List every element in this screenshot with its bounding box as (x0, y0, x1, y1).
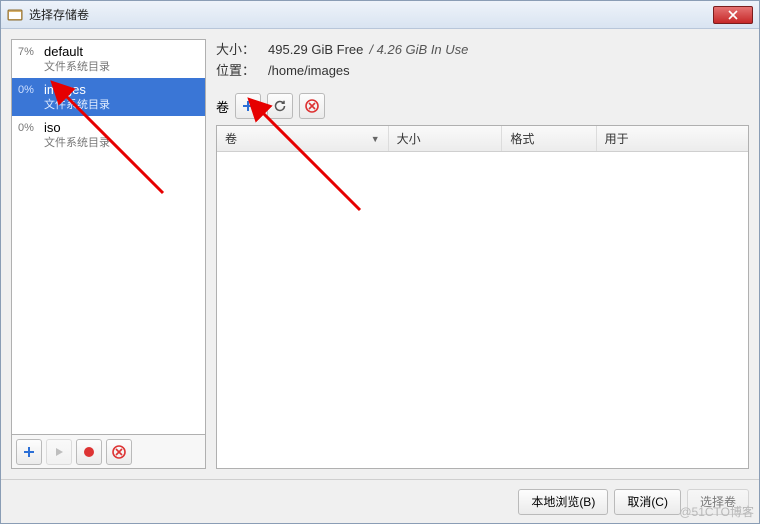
col-size[interactable]: 大小 (389, 126, 503, 151)
size-free: 495.29 GiB Free (268, 42, 363, 57)
size-used: 4.26 GiB In Use (377, 42, 469, 57)
window-close-button[interactable] (713, 6, 753, 24)
volume-table-body[interactable] (217, 152, 748, 468)
col-usedby[interactable]: 用于 (597, 126, 748, 151)
pool-usage-pct: 0% (18, 82, 44, 96)
pool-name: default (44, 44, 110, 60)
main-panel: 大小： 495.29 GiB Free / 4.26 GiB In Use 位置… (216, 39, 749, 469)
sort-indicator-icon: ▼ (371, 134, 380, 144)
titlebar: 选择存储卷 (1, 1, 759, 29)
pool-item-images[interactable]: 0% images 文件系统目录 (12, 78, 205, 116)
pool-stop-button[interactable] (76, 439, 102, 465)
pool-item-iso[interactable]: 0% iso 文件系统目录 (12, 116, 205, 154)
watermark: @51CTO博客 (679, 503, 754, 520)
volume-refresh-button[interactable] (267, 93, 293, 119)
pool-type: 文件系统目录 (44, 98, 110, 112)
volume-toolbar-label: 卷 (216, 97, 229, 116)
app-icon (7, 7, 23, 23)
pool-add-button[interactable] (16, 439, 42, 465)
location-value: /home/images (268, 63, 350, 78)
volume-add-button[interactable] (235, 93, 261, 119)
pool-name: iso (44, 120, 110, 136)
pool-delete-button[interactable] (106, 439, 132, 465)
pool-sidebar: 7% default 文件系统目录 0% images 文件系统目录 0% (11, 39, 206, 469)
pool-usage-pct: 7% (18, 44, 44, 58)
dialog-footer: 本地浏览(B) 取消(C) 选择卷 (1, 479, 759, 523)
pool-item-default[interactable]: 7% default 文件系统目录 (12, 40, 205, 78)
pool-start-button[interactable] (46, 439, 72, 465)
cancel-button[interactable]: 取消(C) (614, 489, 681, 515)
volume-delete-button[interactable] (299, 93, 325, 119)
pool-list[interactable]: 7% default 文件系统目录 0% images 文件系统目录 0% (11, 39, 206, 435)
storage-volume-dialog: 选择存储卷 7% default 文件系统目录 0% images (0, 0, 760, 524)
pool-toolbar (11, 435, 206, 469)
volume-table-header: 卷 ▼ 大小 格式 用于 (217, 126, 748, 152)
window-title: 选择存储卷 (29, 6, 713, 23)
dialog-body: 7% default 文件系统目录 0% images 文件系统目录 0% (1, 29, 759, 479)
location-label: 位置： (216, 60, 262, 79)
browse-local-button[interactable]: 本地浏览(B) (518, 489, 608, 515)
volume-table: 卷 ▼ 大小 格式 用于 (216, 125, 749, 469)
size-label: 大小： (216, 39, 262, 58)
pool-type: 文件系统目录 (44, 60, 110, 74)
col-volume[interactable]: 卷 ▼ (217, 126, 389, 151)
pool-type: 文件系统目录 (44, 136, 110, 150)
pool-usage-pct: 0% (18, 120, 44, 134)
pool-name: images (44, 82, 110, 98)
pool-info: 大小： 495.29 GiB Free / 4.26 GiB In Use 位置… (216, 39, 749, 81)
col-format[interactable]: 格式 (502, 126, 596, 151)
volume-toolbar: 卷 (216, 93, 749, 119)
